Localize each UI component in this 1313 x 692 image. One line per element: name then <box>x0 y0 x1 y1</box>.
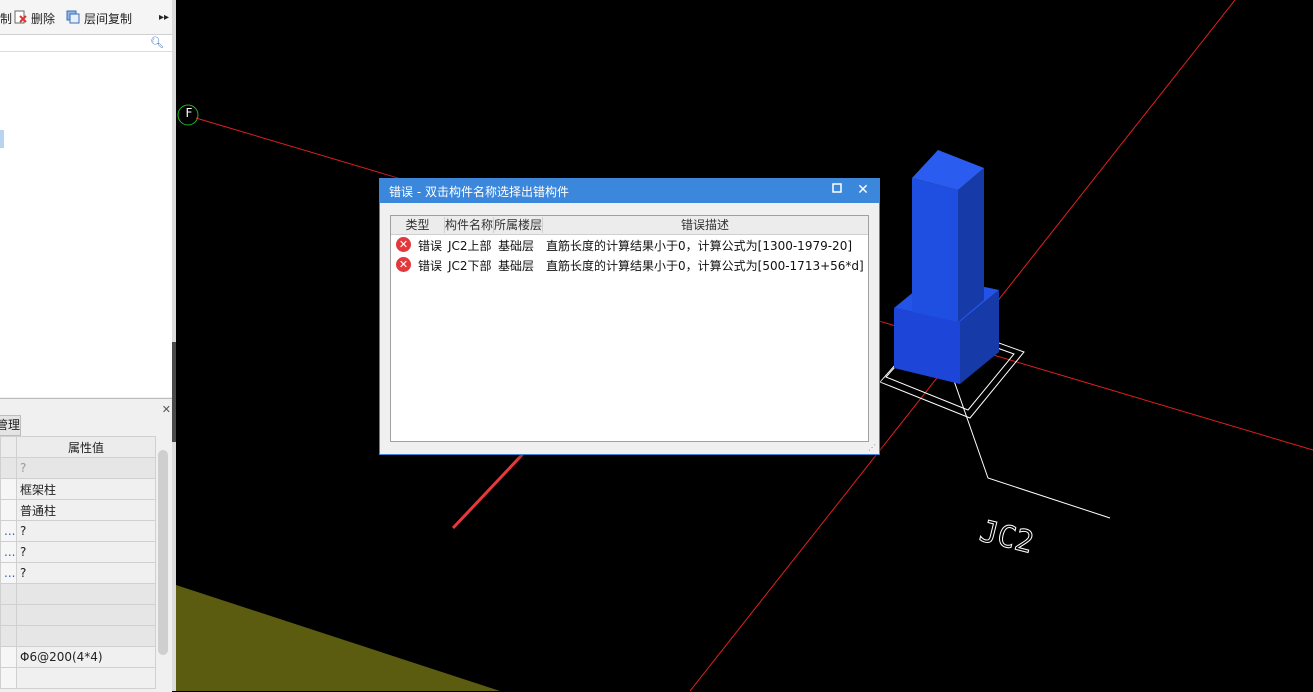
error-row[interactable]: ✕ 错误 JC2下部 基础层 直筋长度的计算结果小于0，计算公式为[500-17… <box>391 255 868 275</box>
property-name <box>0 499 17 521</box>
table-row[interactable] <box>0 667 156 689</box>
property-name <box>0 457 17 479</box>
error-floor: 基础层 <box>498 259 535 273</box>
error-description: 直筋长度的计算结果小于0，计算公式为[1300-1979-20] <box>546 239 853 253</box>
property-value[interactable]: 框架柱 <box>16 478 156 500</box>
column-header-description[interactable]: 错误描述 <box>543 217 867 233</box>
tab-manage[interactable]: 管理 <box>0 415 21 436</box>
table-row[interactable] <box>0 625 156 647</box>
error-component-name[interactable]: JC2下部 <box>448 257 492 274</box>
property-name: ... <box>0 541 17 563</box>
table-row[interactable]: ... ? <box>0 541 156 563</box>
error-type: 错误 <box>418 239 443 253</box>
dialog-titlebar[interactable]: 错误 - 双击构件名称选择出错构件 ✕ <box>380 179 879 203</box>
search-row[interactable]: 🔍︎ <box>0 35 172 52</box>
table-row[interactable]: 框架柱 <box>0 478 156 500</box>
table-row[interactable] <box>0 583 156 605</box>
property-value-header: 属性值 <box>16 436 156 458</box>
property-name-header <box>0 436 17 458</box>
tree-selection-highlight[interactable] <box>0 130 4 148</box>
column-header-type[interactable]: 类型 <box>391 217 445 233</box>
error-list[interactable]: 类型 构件名称 所属楼层 错误描述 ✕ 错误 JC2上部 基础层 直筋长度的计算… <box>390 215 869 442</box>
property-value[interactable]: ? <box>16 562 156 584</box>
close-icon[interactable]: ✕ <box>162 403 171 416</box>
column-shaft-front <box>912 178 958 322</box>
property-name: ... <box>0 562 17 584</box>
maximize-icon[interactable] <box>829 182 845 198</box>
delete-icon[interactable] <box>14 10 27 24</box>
table-row[interactable]: 普通柱 <box>0 499 156 521</box>
component-tree[interactable] <box>0 52 172 397</box>
table-row[interactable] <box>0 604 156 626</box>
property-name <box>0 478 17 500</box>
resize-grip[interactable]: ⋰ <box>868 443 876 452</box>
property-value[interactable]: ? <box>16 520 156 542</box>
double-chevron-right-icon[interactable]: ▸▸ <box>159 12 169 23</box>
error-row[interactable]: ✕ 错误 JC2上部 基础层 直筋长度的计算结果小于0，计算公式为[1300-1… <box>391 235 868 255</box>
component-toolbar: 制 删除 层间复制 ▸▸ <box>0 0 172 35</box>
property-value[interactable] <box>16 625 156 647</box>
column-header-name[interactable]: 构件名称 <box>445 217 494 233</box>
table-row[interactable]: ... ? <box>0 562 156 584</box>
error-floor: 基础层 <box>498 239 535 253</box>
copy-between-floors-button[interactable]: 层间复制 <box>84 10 132 27</box>
dialog-title: 错误 - 双击构件名称选择出错构件 <box>389 185 569 199</box>
property-value[interactable]: Φ6@200(4*4) <box>16 646 156 668</box>
property-name <box>0 604 17 626</box>
search-icon[interactable]: 🔍︎ <box>150 36 164 49</box>
property-name <box>0 646 17 668</box>
property-name <box>0 583 17 605</box>
error-dialog: 错误 - 双击构件名称选择出错构件 ✕ 类型 构件名称 所属楼层 错误描述 ✕ … <box>379 178 880 455</box>
copy-floors-icon[interactable] <box>66 10 80 24</box>
property-value[interactable] <box>16 604 156 626</box>
property-name <box>0 625 17 647</box>
property-value[interactable]: 普通柱 <box>16 499 156 521</box>
left-panel: 制 删除 层间复制 ▸▸ 🔍︎ ✕ 管理 属性值 ? 框架柱 <box>0 0 176 692</box>
error-icon: ✕ <box>396 237 411 252</box>
table-row[interactable]: Φ6@200(4*4) <box>0 646 156 668</box>
property-value[interactable]: ? <box>16 457 156 479</box>
property-name <box>0 667 17 689</box>
delete-button[interactable]: 删除 <box>31 10 55 27</box>
error-description: 直筋长度的计算结果小于0，计算公式为[500-1713+56*d] <box>546 259 864 273</box>
column-header-floor[interactable]: 所属楼层 <box>494 217 543 233</box>
component-label-jc2: JC2 <box>976 514 1037 561</box>
error-component-name[interactable]: JC2上部 <box>448 237 492 254</box>
property-name: ... <box>0 520 17 542</box>
partial-toolbar-label[interactable]: 制 <box>0 10 12 27</box>
property-value[interactable]: ? <box>16 541 156 563</box>
error-type: 错误 <box>418 259 443 273</box>
label-leader-line <box>944 354 1111 519</box>
ground-plane <box>176 585 500 691</box>
property-scrollbar-thumb[interactable] <box>158 450 168 655</box>
property-value[interactable] <box>16 583 156 605</box>
error-list-header: 类型 构件名称 所属楼层 错误描述 <box>391 216 868 235</box>
table-row[interactable]: ? <box>0 457 156 479</box>
error-icon: ✕ <box>396 257 411 272</box>
table-row[interactable]: ... ? <box>0 520 156 542</box>
property-value[interactable] <box>16 667 156 689</box>
axis-label-f: F <box>185 106 193 120</box>
column-shaft-side <box>958 168 984 322</box>
property-table: 属性值 ? 框架柱 普通柱 ... ? ... ? ... ? Φ6@200(4… <box>0 436 156 689</box>
close-icon[interactable]: ✕ <box>855 181 871 199</box>
